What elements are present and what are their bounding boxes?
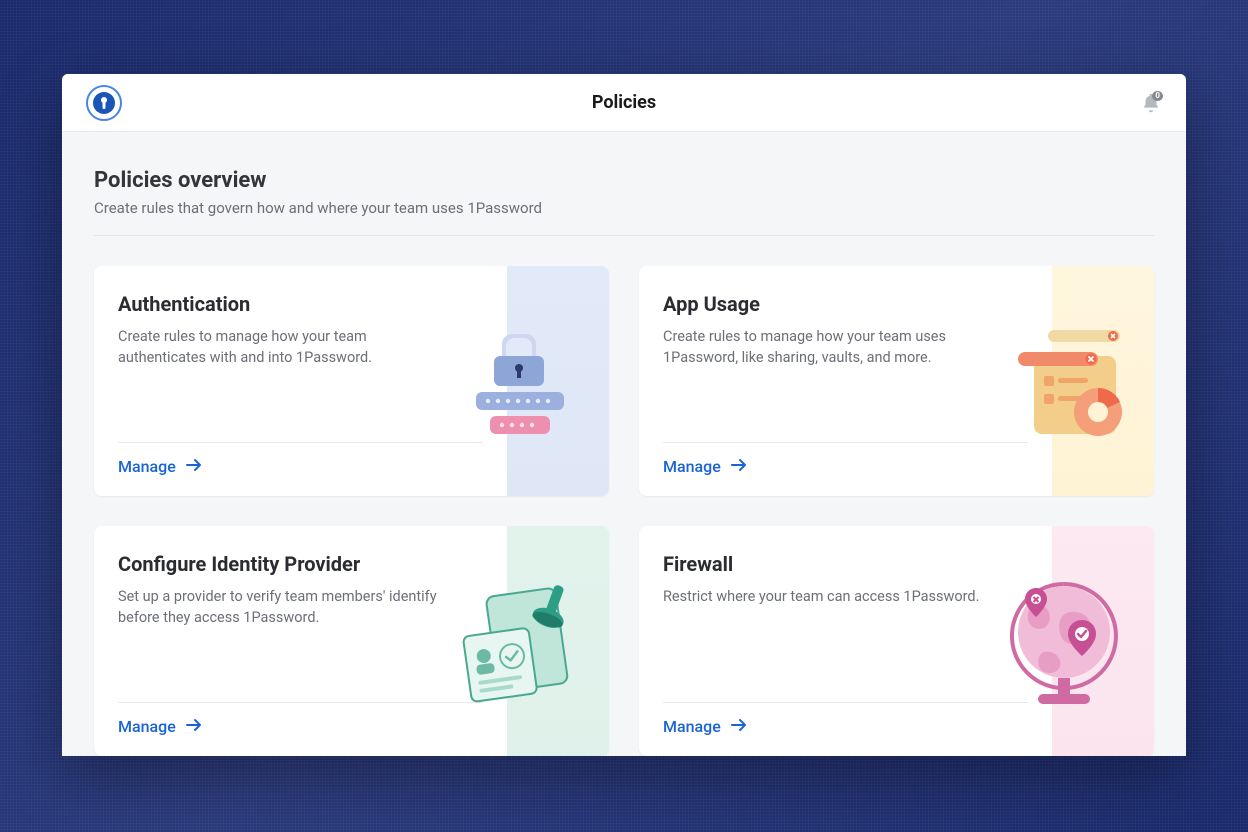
card-illustration-panel [1052, 266, 1154, 496]
card-divider [663, 702, 1028, 703]
arrow-right-icon [731, 457, 747, 476]
card-description: Restrict where your team can access 1Pas… [663, 586, 993, 607]
card-firewall[interactable]: Firewall Restrict where your team can ac… [639, 526, 1154, 756]
keyhole-icon [93, 92, 115, 114]
card-illustration-panel [1052, 526, 1154, 756]
card-illustration-panel [507, 266, 609, 496]
card-divider [118, 442, 483, 443]
arrow-right-icon [186, 717, 202, 736]
card-title: Configure Identity Provider [118, 552, 483, 576]
arrow-right-icon [186, 457, 202, 476]
page-title: Policies [62, 92, 1186, 113]
topbar: Policies 0 [62, 74, 1186, 132]
overview-title: Policies overview [94, 168, 1154, 193]
notifications-button[interactable]: 0 [1140, 92, 1162, 114]
policies-grid: Authentication Create rules to manage ho… [94, 266, 1154, 756]
card-authentication[interactable]: Authentication Create rules to manage ho… [94, 266, 609, 496]
manage-label: Manage [118, 717, 176, 736]
card-divider [663, 442, 1028, 443]
manage-link-authentication[interactable]: Manage [118, 457, 483, 476]
manage-label: Manage [118, 457, 176, 476]
card-title: Firewall [663, 552, 1028, 576]
card-identity-provider[interactable]: Configure Identity Provider Set up a pro… [94, 526, 609, 756]
card-title: Authentication [118, 292, 483, 316]
section-divider [94, 235, 1154, 236]
content-area: Policies overview Create rules that gove… [62, 132, 1186, 756]
app-window: Policies 0 Policies overview Create rule… [62, 74, 1186, 756]
card-title: App Usage [663, 292, 1028, 316]
manage-link-identity-provider[interactable]: Manage [118, 717, 483, 736]
app-logo[interactable] [86, 85, 122, 121]
manage-label: Manage [663, 717, 721, 736]
card-illustration-panel [507, 526, 609, 756]
card-description: Set up a provider to verify team members… [118, 586, 448, 628]
notification-count-badge: 0 [1152, 91, 1163, 101]
card-app-usage[interactable]: App Usage Create rules to manage how you… [639, 266, 1154, 496]
card-description: Create rules to manage how your team use… [663, 326, 993, 368]
manage-label: Manage [663, 457, 721, 476]
manage-link-firewall[interactable]: Manage [663, 717, 1028, 736]
arrow-right-icon [731, 717, 747, 736]
manage-link-app-usage[interactable]: Manage [663, 457, 1028, 476]
card-divider [118, 702, 483, 703]
overview-subtitle: Create rules that govern how and where y… [94, 199, 1154, 217]
card-description: Create rules to manage how your team aut… [118, 326, 448, 368]
